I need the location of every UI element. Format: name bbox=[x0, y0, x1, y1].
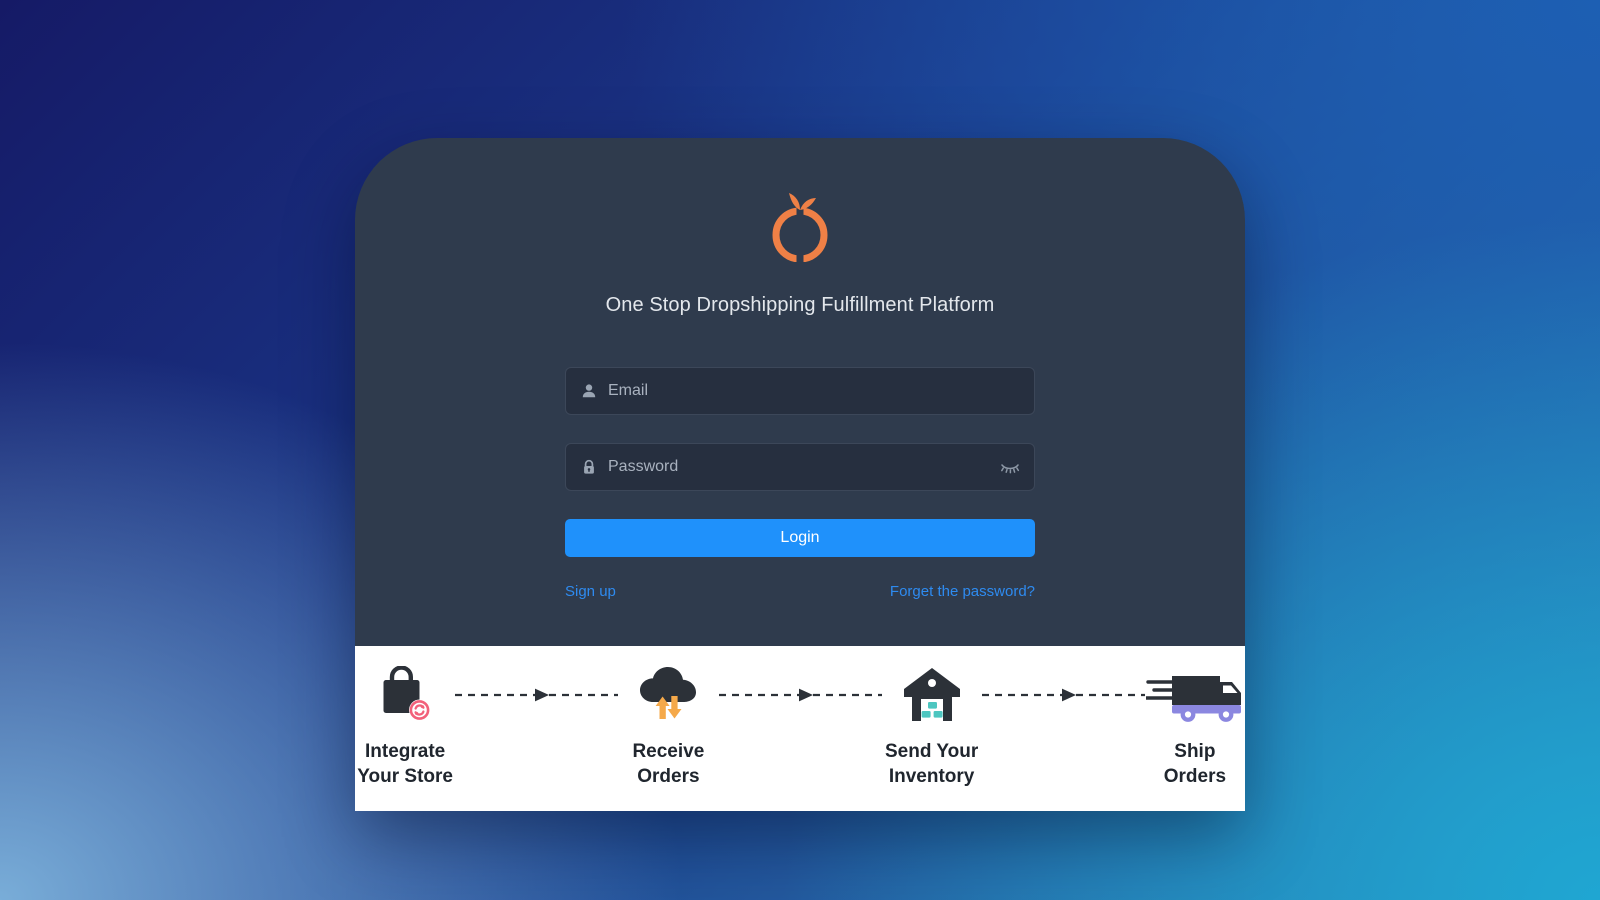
page-root: One Stop Dropshipping Fulfillment Platfo… bbox=[0, 0, 1600, 900]
login-card: One Stop Dropshipping Fulfillment Platfo… bbox=[355, 138, 1245, 812]
step-connector bbox=[455, 664, 619, 726]
step-receive-orders: Receive Orders bbox=[618, 664, 718, 789]
email-input[interactable]: Email bbox=[608, 382, 1020, 400]
delivery-truck-icon bbox=[1145, 664, 1244, 726]
cloud-transfer-icon bbox=[635, 664, 701, 726]
brand-logo bbox=[355, 188, 1245, 262]
email-field[interactable]: Email bbox=[565, 367, 1035, 415]
dashed-arrow-icon bbox=[981, 688, 1145, 702]
login-button[interactable]: Login bbox=[565, 519, 1035, 557]
step-label: Send Your Inventory bbox=[884, 741, 979, 787]
step-integrate-store: Integrate Your Store bbox=[355, 664, 455, 789]
warehouse-icon bbox=[902, 664, 962, 726]
step-label: Integrate Your Store bbox=[357, 741, 453, 787]
orange-fruit-logo-icon bbox=[772, 193, 828, 262]
password-field[interactable]: Password bbox=[565, 443, 1035, 491]
signup-link[interactable]: Sign up bbox=[565, 583, 616, 600]
login-form: Email Password Login Sign up Forget the … bbox=[565, 367, 1035, 600]
lock-icon bbox=[580, 458, 598, 476]
form-links: Sign up Forget the password? bbox=[565, 583, 1035, 600]
step-connector bbox=[718, 664, 882, 726]
user-icon bbox=[580, 382, 598, 400]
password-input[interactable]: Password bbox=[608, 458, 1020, 476]
forgot-password-link[interactable]: Forget the password? bbox=[890, 583, 1035, 600]
shopping-bag-sync-icon bbox=[374, 664, 436, 726]
tagline: One Stop Dropshipping Fulfillment Platfo… bbox=[605, 294, 995, 316]
step-label: Receive Orders bbox=[632, 741, 705, 787]
dashed-arrow-icon bbox=[718, 688, 882, 702]
step-connector bbox=[981, 664, 1145, 726]
steps-banner: Integrate Your Store Receive Orders Send… bbox=[355, 646, 1245, 812]
step-send-inventory: Send Your Inventory bbox=[882, 664, 982, 789]
dashed-arrow-icon bbox=[455, 688, 619, 702]
step-ship-orders: Ship Orders bbox=[1145, 664, 1245, 789]
login-card-body: One Stop Dropshipping Fulfillment Platfo… bbox=[355, 138, 1245, 646]
step-label: Ship Orders bbox=[1163, 741, 1227, 787]
eye-off-icon[interactable] bbox=[999, 456, 1021, 478]
